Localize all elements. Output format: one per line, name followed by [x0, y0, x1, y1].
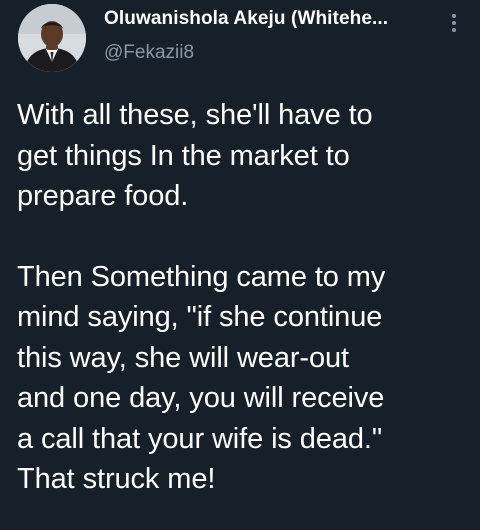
tweet-line: and one day, you will receive [17, 382, 385, 414]
avatar-image [18, 4, 86, 72]
tweet-line: mind saying, "if she continue [17, 301, 383, 333]
tweet-paragraph-2: Then Something came to my mind saying, "… [17, 257, 472, 500]
author-name[interactable]: Oluwanishola Akeju (Whitehe... [104, 8, 388, 30]
tweet-line: a call that your wife is dead." [17, 422, 383, 455]
vertical-dots-icon [452, 14, 456, 32]
tweet: Oluwanishola Akeju (Whitehe... @Fekazii8… [0, 0, 480, 530]
author-handle[interactable]: @Fekazii8 [104, 42, 194, 64]
tweet-line: get things In the market to [17, 139, 350, 172]
tweet-text: With all these, she'll have to get thing… [17, 95, 472, 500]
tweet-line: prepare food. [17, 180, 189, 212]
more-options-icon[interactable] [446, 12, 462, 34]
tweet-line: With all these, she'll have to [17, 99, 373, 131]
tweet-line: this way, she will wear-out [17, 341, 349, 374]
tweet-header: Oluwanishola Akeju (Whitehe... @Fekazii8 [0, 0, 480, 88]
tweet-paragraph-1: With all these, she'll have to get thing… [17, 95, 472, 217]
tweet-line: Then Something came to my [17, 260, 386, 293]
avatar[interactable] [18, 4, 86, 72]
tweet-line: That struck me! [17, 463, 216, 495]
